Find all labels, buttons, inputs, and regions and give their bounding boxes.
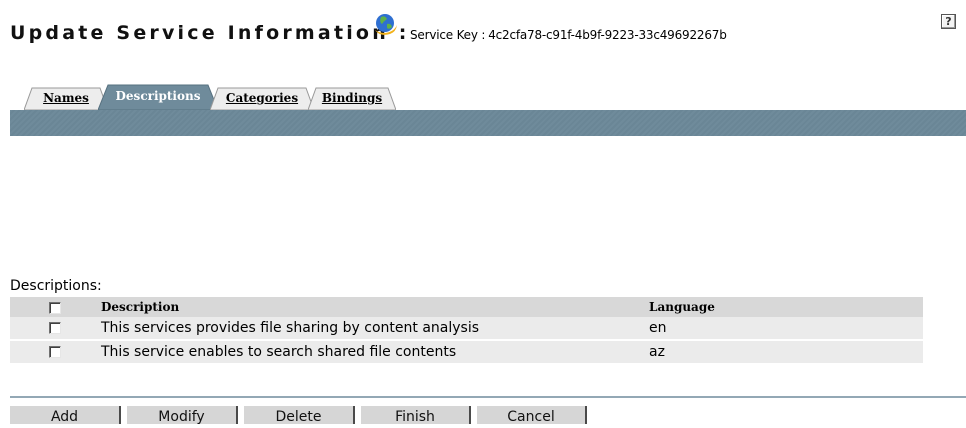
delete-button[interactable]: Delete [244,406,355,425]
row-checkbox-cell [10,339,101,363]
add-button[interactable]: Add [10,406,121,425]
column-header-language: Language [649,297,923,317]
service-key: Service Key :4c2cfa78-c91f-4b9f-9223-33c… [410,28,727,42]
tab-names-label: Names [43,91,89,105]
tab-strip: Names Descriptions Categories Bindings [10,84,966,110]
footer-separator [10,396,966,398]
select-all-checkbox[interactable] [49,301,61,314]
table-row: This service enables to search shared fi… [10,339,923,363]
help-icon[interactable]: ? [941,14,956,29]
tab-content-bar [10,110,966,136]
language-cell: en [649,317,923,340]
tab-bindings-label: Bindings [321,91,383,105]
table-row: This services provides file sharing by c… [10,317,923,340]
table-header-row: Description Language [10,297,923,317]
description-cell: This service enables to search shared fi… [101,339,649,363]
tab-names[interactable]: Names [24,84,108,110]
cancel-button[interactable]: Cancel [477,406,587,425]
service-key-value: 4c2cfa78-c91f-4b9f-9223-33c49692267b [488,28,727,42]
tab-descriptions-label: Descriptions [115,89,201,103]
modify-button[interactable]: Modify [127,406,238,425]
tab-categories-label: Categories [225,91,299,105]
row-checkbox[interactable] [49,322,61,334]
finish-button[interactable]: Finish [361,406,471,425]
globe-icon [375,14,397,35]
page-title: Update Service Information : [10,22,410,44]
tab-categories[interactable]: Categories [210,84,314,110]
descriptions-table: Description Language This services provi… [10,297,923,363]
descriptions-section-label: Descriptions: [10,278,102,294]
select-all-cell [10,297,101,317]
service-key-label: Service Key : [410,28,486,42]
language-cell: az [649,339,923,363]
description-cell: This services provides file sharing by c… [101,317,649,340]
row-checkbox[interactable] [49,346,61,358]
page-header: Update Service Information : Service Key… [10,8,956,44]
column-header-description: Description [101,297,649,317]
row-checkbox-cell [10,317,101,340]
tab-bindings[interactable]: Bindings [308,84,396,110]
tab-descriptions[interactable]: Descriptions [98,84,218,110]
